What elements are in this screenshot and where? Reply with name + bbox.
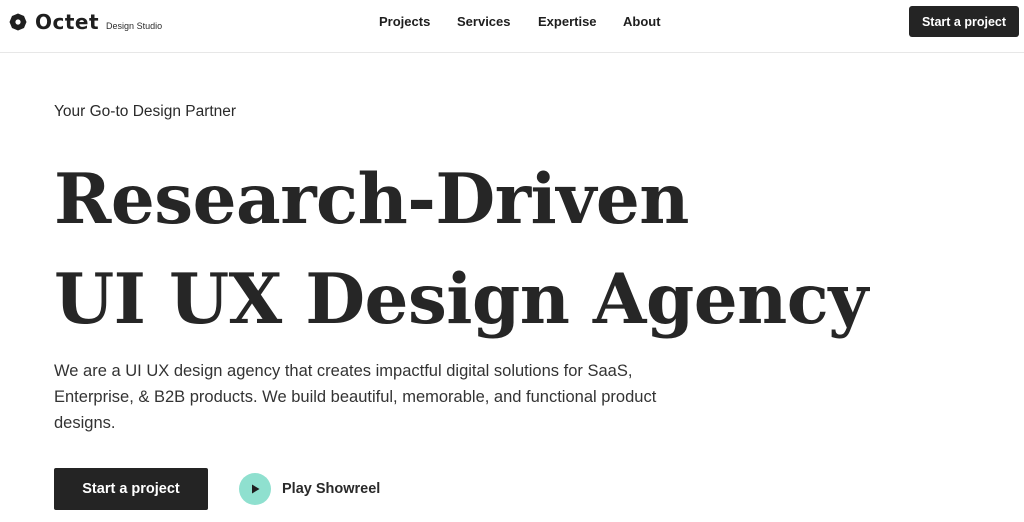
brand-tagline: Design Studio bbox=[106, 21, 163, 31]
header-start-project-button[interactable]: Start a project bbox=[909, 6, 1019, 37]
hero-headline: Research-Driven UI UX Design Agency bbox=[54, 150, 868, 350]
hero-eyebrow: Your Go-to Design Partner bbox=[54, 103, 237, 120]
nav-item-expertise[interactable]: Expertise bbox=[538, 14, 597, 30]
nav-item-projects[interactable]: Projects bbox=[379, 14, 430, 30]
brand-logo[interactable]: Octet Design Studio bbox=[9, 10, 162, 34]
site-header: Octet Design Studio Projects Services Ex… bbox=[0, 0, 1024, 53]
hero-start-project-button[interactable]: Start a project bbox=[54, 468, 208, 510]
brand-name: Octet bbox=[35, 10, 100, 34]
nav-item-about[interactable]: About bbox=[623, 14, 661, 30]
nav-item-services[interactable]: Services bbox=[457, 14, 511, 30]
play-showreel-button[interactable]: Play Showreel bbox=[239, 473, 380, 505]
play-icon[interactable] bbox=[239, 473, 271, 505]
hero-description: We are a UI UX design agency that create… bbox=[54, 362, 657, 432]
hero-headline-line-1: Research-Driven bbox=[54, 159, 689, 240]
octet-logo-icon bbox=[9, 13, 27, 31]
hero-headline-line-2: UI UX Design Agency bbox=[54, 259, 868, 340]
showreel-label[interactable]: Play Showreel bbox=[282, 481, 380, 497]
